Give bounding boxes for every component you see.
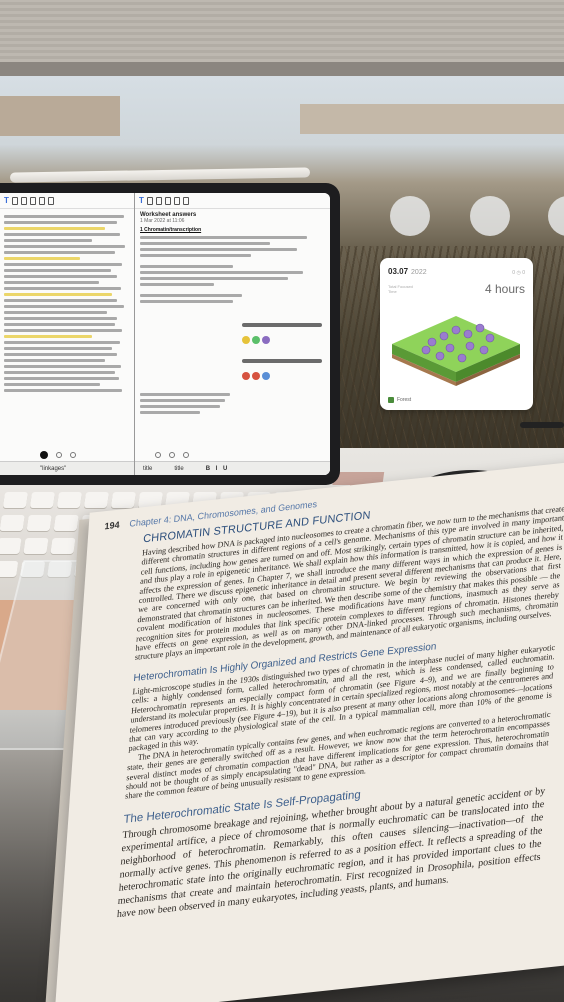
notes-pane-left[interactable]: T "linkages" [0, 193, 135, 475]
highlighter-tool-icon[interactable] [164, 196, 171, 205]
color-swatch[interactable] [183, 452, 189, 458]
underline-button[interactable]: U [223, 466, 227, 472]
widget-total-label: Total Focused Time [388, 284, 413, 294]
window-frame [0, 62, 564, 76]
note-section-heading: 1 Chromatin/transcription [140, 227, 202, 233]
widget-year: 2022 [411, 269, 427, 276]
eraser-tool-icon[interactable] [38, 196, 45, 205]
photo-scene: T "linkages" T Worksheet answers 1 Mar 2… [0, 0, 564, 1002]
tablet-screen: T "linkages" T Worksheet answers 1 Mar 2… [0, 193, 330, 475]
widget-date: 03.07 [388, 267, 409, 276]
distant-building [300, 104, 564, 134]
italic-button[interactable]: I [216, 466, 218, 472]
widget-total-hours: 4 hours [484, 282, 525, 296]
color-swatch[interactable] [169, 452, 175, 458]
color-palette [0, 449, 134, 461]
forest-focus-widget[interactable]: 03.07 2022 0 ◷ 0 Total Focused Time 4 ho… [380, 258, 533, 410]
note-answer-lines [135, 236, 330, 303]
notes-toolbar: T [0, 193, 134, 209]
pen-tool-icon[interactable] [146, 196, 153, 205]
distant-building [0, 96, 120, 136]
format-bar-left: "linkages" [0, 461, 134, 475]
widget-total-row: Total Focused Time 4 hours [380, 276, 533, 296]
format-suggestion[interactable]: title [143, 466, 152, 472]
tablet-device: T "linkages" T Worksheet answers 1 Mar 2… [0, 183, 340, 485]
color-swatch-black[interactable] [40, 451, 48, 459]
text-tool-icon[interactable]: T [4, 196, 9, 205]
color-palette-right [135, 449, 330, 461]
glass-dot [390, 196, 430, 236]
widget-app-name: Forest [397, 397, 412, 403]
color-swatch[interactable] [56, 452, 62, 458]
pen-tool-icon[interactable] [11, 196, 18, 205]
pencil-tool-icon[interactable] [155, 196, 162, 205]
forest-app-icon [388, 397, 394, 403]
format-buttons: B I U [206, 466, 232, 472]
highlighter-tool-icon[interactable] [29, 196, 36, 205]
window-blind [0, 0, 564, 62]
page-content: 194 Chapter 4: DNA, Chromosomes, and Gen… [77, 472, 564, 926]
bold-button[interactable]: B [206, 466, 210, 472]
note-lower-lines [140, 393, 240, 417]
shapes-tool-icon[interactable] [182, 196, 189, 205]
notes-pane-right[interactable]: T Worksheet answers 1 Mar 2022 at 11:06 … [135, 193, 330, 475]
page-number: 194 [104, 519, 120, 532]
format-suggestion[interactable]: title [174, 466, 183, 472]
format-suggestion[interactable]: "linkages" [40, 466, 66, 472]
cable [520, 422, 564, 428]
pencil-tool-icon[interactable] [20, 196, 27, 205]
widget-header: 03.07 2022 0 ◷ 0 [380, 258, 533, 276]
glass-dot [470, 196, 510, 236]
note-title: Worksheet answers [140, 212, 197, 218]
textbook-page: 194 Chapter 4: DNA, Chromosomes, and Gen… [54, 458, 564, 1002]
forest-island-illustration [392, 316, 520, 386]
color-swatch[interactable] [70, 452, 76, 458]
text-tool-icon[interactable]: T [139, 196, 144, 205]
widget-footer: Forest [388, 397, 411, 403]
color-swatch[interactable] [155, 452, 161, 458]
eraser-tool-icon[interactable] [173, 196, 180, 205]
note-text-block [4, 215, 130, 445]
format-bar-right: title title B I U [135, 461, 330, 475]
textbook: 194 Chapter 4: DNA, Chromosomes, and Gen… [3, 458, 564, 1002]
notes-toolbar-right: T [135, 193, 330, 209]
widget-meta: 0 ◷ 0 [512, 270, 525, 276]
lasso-tool-icon[interactable] [47, 196, 54, 205]
body-paragraph: Through chromosome breakage and rejoinin… [116, 785, 546, 920]
chromatin-diagram [242, 313, 322, 383]
